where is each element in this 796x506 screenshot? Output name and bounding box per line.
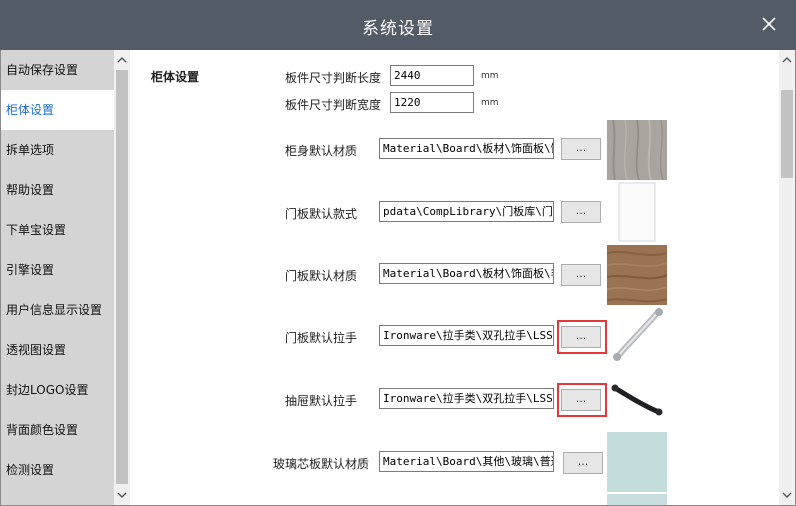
- sidebar-item-user-info[interactable]: 用户信息显示设置: [1, 290, 114, 330]
- panel-length-label: 板件尺寸判断长度: [285, 71, 382, 85]
- panel-width-unit: mm: [481, 98, 499, 108]
- door-material-input[interactable]: Material\Board\板材\饰面板\非: [379, 263, 554, 284]
- chevron-down-icon[interactable]: [779, 487, 795, 503]
- glass-material-input[interactable]: Material\Board\其他\玻璃\普通: [379, 451, 554, 472]
- panel-length-unit: mm: [481, 71, 499, 81]
- panel-width-label: 板件尺寸判断宽度: [285, 98, 382, 112]
- door-material-browse-button[interactable]: ...: [561, 264, 601, 286]
- drawer-handle-label: 抽屉默认拉手: [285, 394, 358, 408]
- door-style-browse-button[interactable]: ...: [561, 201, 601, 223]
- door-handle-highlight: [557, 320, 607, 354]
- chevron-up-icon[interactable]: [114, 52, 130, 68]
- cabinet-material-browse-button[interactable]: ...: [561, 138, 601, 160]
- content-scrollbar[interactable]: [779, 50, 795, 505]
- white-door-thumbnail-icon: [607, 182, 667, 242]
- drawer-handle-highlight: [557, 383, 607, 417]
- black-handle-thumbnail-icon: [607, 370, 667, 430]
- sidebar-item-perspective[interactable]: 透视图设置: [1, 330, 114, 370]
- chevron-up-icon[interactable]: [779, 52, 795, 68]
- sidebar-item-back-color[interactable]: 背面颜色设置: [1, 410, 114, 450]
- cabinet-material-label: 柜身默认材质: [285, 144, 358, 158]
- sidebar-item-detection[interactable]: 检测设置: [1, 450, 114, 490]
- sidebar-item-autosave[interactable]: 自动保存设置: [1, 50, 114, 90]
- door-style-input[interactable]: pdata\CompLibrary\门板库\门板: [379, 201, 554, 222]
- glass-thumbnail-icon: [607, 432, 667, 505]
- sidebar-item-order[interactable]: 下单宝设置: [1, 210, 114, 250]
- sidebar-item-edge-logo[interactable]: 封边LOGO设置: [1, 370, 114, 410]
- silver-handle-thumbnail-icon: [607, 307, 667, 367]
- title-bar: 系统设置: [0, 0, 796, 50]
- section-title: 柜体设置: [151, 70, 200, 84]
- content-scroll-thumb[interactable]: [781, 90, 793, 178]
- door-style-label: 门板默认款式: [285, 207, 358, 221]
- sidebar-scroll-thumb[interactable]: [116, 70, 128, 484]
- sidebar-item-engine[interactable]: 引擎设置: [1, 250, 114, 290]
- panel-length-input[interactable]: 2440: [390, 65, 474, 86]
- sidebar-item-help[interactable]: 帮助设置: [1, 170, 114, 210]
- sidebar-item-split-options[interactable]: 拆单选项: [1, 130, 114, 170]
- close-icon[interactable]: [760, 15, 778, 33]
- cabinet-material-input[interactable]: Material\Board\板材\饰面板\饰: [379, 138, 554, 159]
- sidebar-scrollbar[interactable]: [114, 50, 130, 505]
- wood-brown-thumbnail-icon: [607, 245, 667, 305]
- panel-width-input[interactable]: 1220: [390, 92, 474, 113]
- sidebar-item-more[interactable]: [1, 490, 114, 505]
- door-handle-input[interactable]: Ironware\拉手类\双孔拉手\LSS: [379, 325, 554, 346]
- settings-content: 柜体设置 板件尺寸判断长度 2440 mm 板件尺寸判断宽度 1220 mm 柜…: [131, 50, 779, 505]
- glass-material-label: 玻璃芯板默认材质: [273, 457, 370, 471]
- chevron-down-icon[interactable]: [114, 487, 130, 503]
- door-material-label: 门板默认材质: [285, 269, 358, 283]
- sidebar-item-cabinet[interactable]: 柜体设置: [1, 90, 114, 130]
- window-title: 系统设置: [362, 19, 434, 39]
- sidebar-nav: 自动保存设置 柜体设置 拆单选项 帮助设置 下单宝设置 引擎设置 用户信息显示设…: [1, 50, 114, 505]
- door-handle-label: 门板默认拉手: [285, 331, 358, 345]
- wood-grey-thumbnail-icon: [607, 120, 667, 180]
- drawer-handle-input[interactable]: Ironware\拉手类\双孔拉手\LSS: [379, 388, 554, 409]
- glass-material-browse-button[interactable]: ...: [563, 452, 603, 474]
